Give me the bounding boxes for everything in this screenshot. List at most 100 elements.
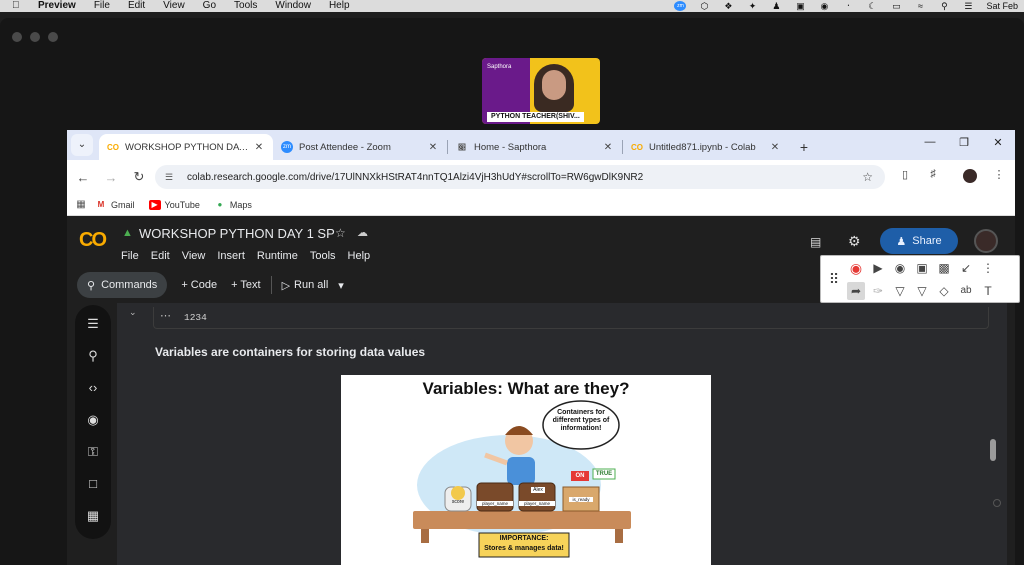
collapse-chevron-icon[interactable]: ⌄ [129,307,137,318]
cloud-icon[interactable]: ☁ [357,226,368,239]
tab-close-icon[interactable]: ✕ [427,142,439,153]
menu-view[interactable]: View [163,0,185,12]
apple-icon[interactable]:  [12,0,24,12]
bookmark-maps[interactable]: ● Maps [213,199,252,210]
colab-menu-insert[interactable]: Insert [217,250,245,262]
back-icon[interactable]: ← [69,170,97,185]
table-of-contents-icon[interactable]: ☰ [83,315,103,333]
colab-menu-help[interactable]: Help [348,250,371,262]
battery-icon[interactable]: ▭ [890,1,902,11]
drag-handle-icon[interactable]: ⠿ [825,270,843,288]
window-minimize-dot[interactable] [30,32,40,42]
close-icon[interactable]: ✕ [991,136,1005,149]
bookmark-star-icon[interactable]: ☆ [862,170,873,184]
notebook-title[interactable]: WORKSHOP PYTHON DAY 1 SP [139,226,335,241]
profile-avatar[interactable] [963,169,977,183]
colab-menu-runtime[interactable]: Runtime [257,250,298,262]
share-button[interactable]: ♟ Share [880,228,958,254]
add-text-button[interactable]: + Text [231,279,260,291]
pointer-icon[interactable]: ➦ [847,282,865,300]
colab-avatar[interactable] [974,229,998,253]
add-code-button[interactable]: + Code [181,279,217,291]
screen-status-icon[interactable]: ▣ [794,1,806,11]
spotlight-icon[interactable]: ⚲ [938,1,950,11]
text-tool-icon[interactable]: T [979,282,997,300]
eye-icon[interactable]: ◉ [891,259,909,277]
dropbox-status-icon[interactable]: ❖ [722,1,734,11]
bluetooth-icon[interactable]: ᛫ [842,1,854,11]
run-all-button[interactable]: ▷ Run all [282,279,329,292]
reload-icon[interactable]: ↻ [125,169,153,185]
menu-edit[interactable]: Edit [128,0,145,12]
menubar-clock[interactable]: Sat Feb [986,1,1018,11]
code-snippets-icon[interactable]: ‹› [83,379,103,397]
more-options-icon[interactable]: ⋯ [160,309,171,322]
save-icon[interactable]: ▣ [913,259,931,277]
tab-zoom[interactable]: zm Post Attendee - Zoom ✕ [273,134,447,160]
colab-menu-tools[interactable]: Tools [310,250,336,262]
tab-workshop[interactable]: CO WORKSHOP PYTHON DAY 1 SP ✕ [99,134,273,160]
star-icon[interactable]: ☆ [335,226,346,240]
data-table-icon[interactable]: ▦ [83,507,103,525]
record-status-icon[interactable]: ◉ [818,1,830,11]
pinwheel-status-icon[interactable]: ✦ [746,1,758,11]
more-menu-icon[interactable]: ⋮ [979,259,997,277]
tab-search-icon[interactable]: ⌄ [71,134,93,156]
text-style-icon[interactable]: ab [957,282,975,300]
colab-menu-edit[interactable]: Edit [151,250,170,262]
person-status-icon[interactable]: ♟ [770,1,782,11]
files-folder-icon[interactable]: □ [83,475,103,493]
window-zoom-dot[interactable] [48,32,58,42]
gear-icon[interactable]: ⚙ [848,233,861,250]
window-close-dot[interactable] [12,32,22,42]
new-tab-button[interactable]: + [793,134,815,160]
menu-window[interactable]: Window [275,0,311,12]
site-info-icon[interactable]: ☰ [165,172,179,183]
chrome-menu-icon[interactable]: ⋮ [991,168,1007,181]
highlighter-icon[interactable]: ▽ [913,282,931,300]
laser-pen-icon[interactable]: ✑ [869,282,887,300]
eraser-icon[interactable]: ◇ [935,282,953,300]
address-bar[interactable]: ☰ colab.research.google.com/drive/17UlNN… [155,165,885,189]
minimize-icon[interactable]: — [923,136,937,148]
control-center-icon[interactable]: ☰ [962,1,974,11]
record-icon[interactable]: ◉ [847,259,865,277]
tab-sapthora[interactable]: ׉ Home - Sapthora ✕ [448,134,622,160]
colab-menu-file[interactable]: File [121,250,139,262]
menu-preview[interactable]: Preview [38,0,76,12]
restore-icon[interactable]: ❐ [957,136,971,149]
colab-logo[interactable]: CO [79,229,107,252]
extensions-icon[interactable]: ♯ [925,168,941,180]
tab-untitled[interactable]: CO Untitled871.ipynb - Colab ✕ [623,134,789,160]
moon-icon[interactable]: ☾ [866,1,878,11]
code-cell-output[interactable]: ⋯ 1234 [153,307,989,329]
collapse-arrows-icon[interactable]: ↙ [957,259,975,277]
tab-close-icon[interactable]: ✕ [602,142,614,153]
apps-grid-icon[interactable]: ▦ [67,199,95,210]
bookmark-youtube[interactable]: ▶ YouTube [148,199,200,210]
zoom-status-icon[interactable]: zm [674,1,687,11]
find-icon[interactable]: ⚲ [83,347,103,365]
bookmark-gmail[interactable]: M Gmail [95,199,135,210]
menu-tools[interactable]: Tools [234,0,257,12]
menu-go[interactable]: Go [203,0,216,12]
zoom-video-tile[interactable]: Sapthora PYTHON TEACHER(SHIV... [482,58,600,124]
trash-icon[interactable]: ▩ [935,259,953,277]
pen-icon[interactable]: ▽ [891,282,909,300]
variables-inspector-icon[interactable]: ◉ [83,411,103,429]
secrets-key-icon[interactable]: ⚿ [83,443,103,461]
scrollbar-thumb[interactable] [990,439,996,461]
wifi-icon[interactable]: ≈ [914,1,926,11]
screen-capture-icon[interactable]: ▶ [869,259,887,277]
cube-status-icon[interactable]: ⬡ [698,1,710,11]
colab-menu-view[interactable]: View [182,250,206,262]
tab-close-icon[interactable]: ✕ [253,142,265,153]
forward-icon[interactable]: → [97,170,125,185]
comment-icon[interactable]: ▤ [810,235,821,249]
run-dropdown-icon[interactable]: ▾ [338,279,344,292]
commands-button[interactable]: ⚲ Commands [77,272,168,298]
reading-mode-icon[interactable]: ▯ [897,168,913,181]
tab-close-icon[interactable]: ✕ [769,142,781,153]
menu-help[interactable]: Help [329,0,350,12]
menu-file[interactable]: File [94,0,110,12]
